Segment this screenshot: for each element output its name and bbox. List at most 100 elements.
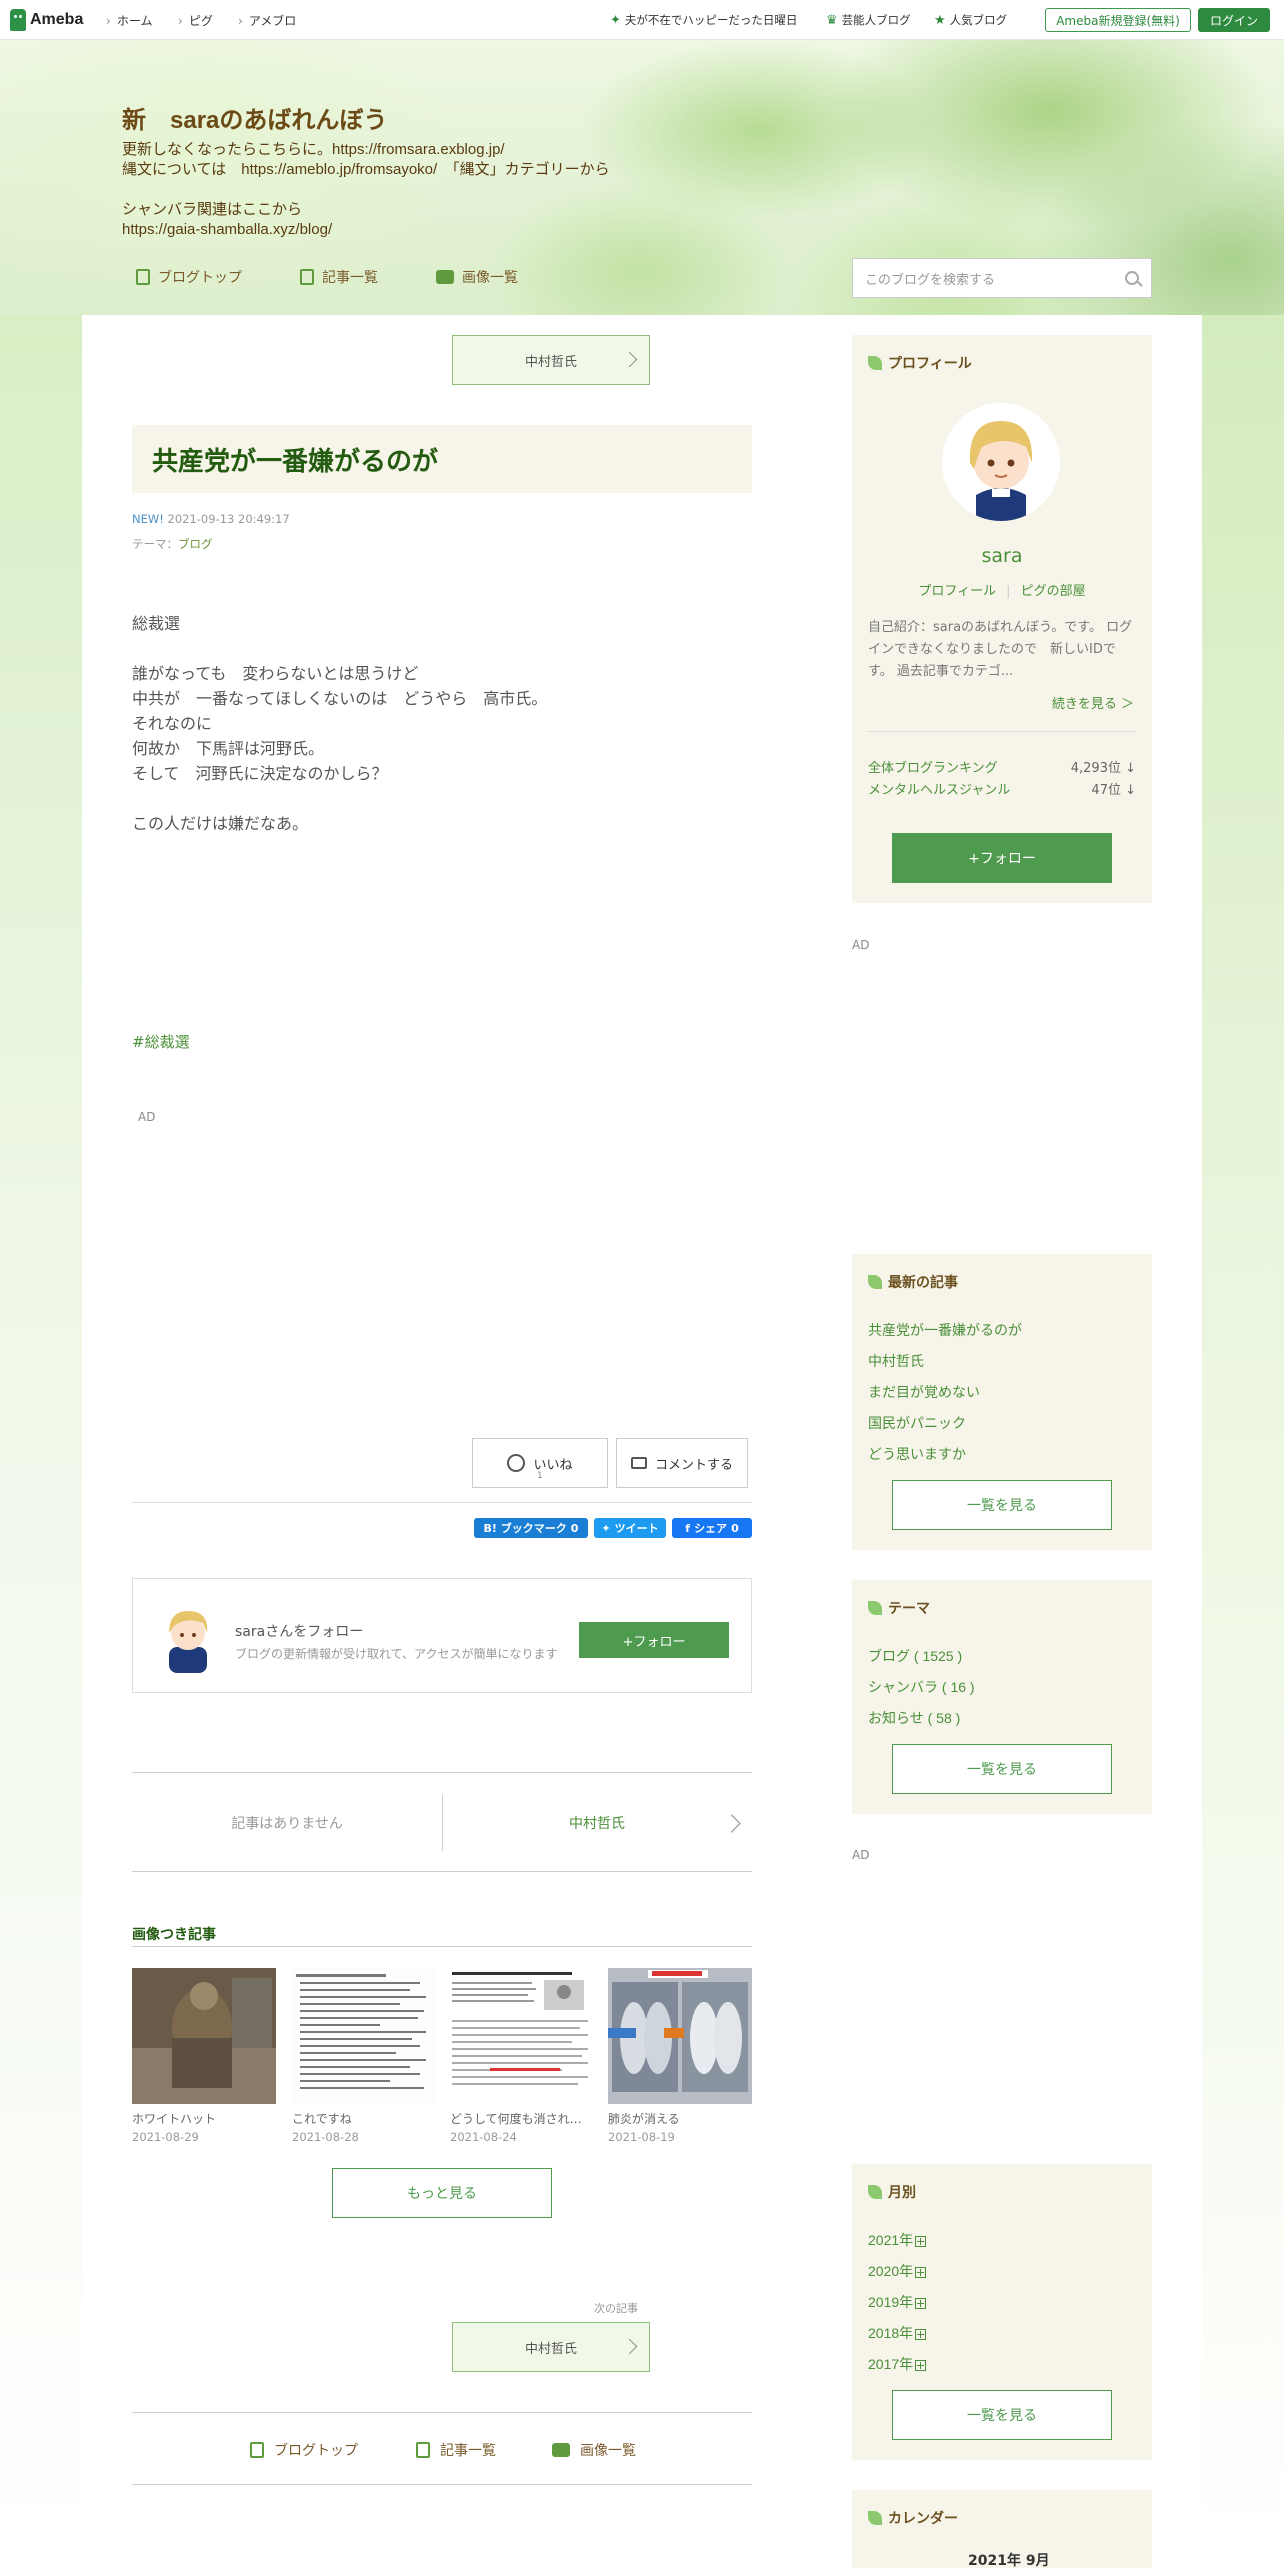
entry-datetime: 2021-09-13 20:49:17 (167, 512, 290, 526)
follow-box-description: ブログの更新情報が受け取れて、アクセスが簡単になります (235, 1647, 558, 1661)
theme-heading: テーマ (868, 1598, 930, 1618)
follow-button[interactable]: +フォロー (579, 1622, 729, 1658)
document-icon (136, 269, 150, 285)
banner-nav-list[interactable]: 記事一覧 (300, 267, 378, 287)
hatena-bookmark-button[interactable]: B! ブックマーク 0 (474, 1518, 588, 1538)
photo-article (450, 1968, 594, 2104)
recent-item[interactable]: 中村哲氏 (868, 1351, 924, 1371)
bottom-nav-top[interactable]: ブログトップ (250, 2440, 358, 2460)
recent-item[interactable]: 共産党が一番嫌がるのが (868, 1320, 1022, 1340)
hashtag-link[interactable]: #総裁選 (132, 1031, 190, 1052)
month-item[interactable]: 2017年 (868, 2354, 927, 2374)
recent-item[interactable]: 国民がパニック (868, 1413, 966, 1433)
photo-caption-2[interactable]: これですね (292, 2110, 436, 2127)
left-background (0, 315, 82, 2568)
leaf-icon (868, 356, 882, 370)
comment-bubble-icon (630, 1457, 647, 1469)
logo-text: Ameba (30, 11, 84, 28)
follow-box: saraさんをフォロー ブログの更新情報が受け取れて、アクセスが簡単になります … (132, 1578, 752, 1693)
photo-xray (608, 1968, 752, 2104)
photo-caption-4[interactable]: 肺炎が消える (608, 2110, 752, 2127)
header-link-trend[interactable]: ✦ 夫が不在でハッピーだった日曜日 (610, 12, 797, 28)
facebook-share-button[interactable]: f シェア 0 (672, 1518, 752, 1538)
sidebar-follow-button[interactable]: +フォロー (892, 833, 1112, 883)
more-photos-button[interactable]: もっと見る (332, 2168, 552, 2218)
photo-thumb-1[interactable] (132, 1968, 276, 2104)
month-item[interactable]: 2020年 (868, 2261, 927, 2281)
leaf-icon (868, 1275, 882, 1289)
bottom-nav-list[interactable]: 記事一覧 (416, 2440, 496, 2460)
profile-more-link[interactable]: 続きを見る ＞ (1052, 693, 1134, 712)
photo-thumb-4[interactable] (608, 1968, 752, 2104)
pager-prev: 記事はありません (231, 1816, 343, 1832)
like-button[interactable]: いいね 1 (472, 1438, 608, 1488)
facebook-icon: f (685, 1521, 691, 1535)
expand-icon[interactable] (915, 2297, 927, 2309)
divider (132, 2484, 752, 2485)
profile-avatar[interactable] (942, 403, 1060, 521)
theme-all-button[interactable]: 一覧を見る (892, 1744, 1112, 1794)
theme-item[interactable]: シャンバラ ( 16 ) (868, 1677, 975, 1697)
pigg-room-link[interactable]: ピグの部屋 (1021, 584, 1086, 599)
month-item[interactable]: 2021年 (868, 2230, 927, 2250)
expand-icon[interactable] (915, 2235, 927, 2247)
recent-item[interactable]: まだ目が覚めない (868, 1382, 980, 1402)
avatar-illustration (942, 403, 1060, 521)
login-button[interactable]: ログイン (1198, 8, 1270, 32)
theme-item[interactable]: お知らせ ( 58 ) (868, 1708, 960, 1728)
blog-search-input[interactable]: このブログを検索する (852, 258, 1152, 298)
banner-nav-images[interactable]: 画像一覧 (436, 267, 518, 287)
rank-genre-label[interactable]: メンタルヘルスジャンル (868, 779, 1010, 798)
nav-home[interactable]: ホーム (106, 12, 153, 29)
photo-caption-3[interactable]: どうして何度も消され… (450, 2110, 594, 2127)
photo-date-4: 2021-08-19 (608, 2130, 675, 2144)
divider (132, 1502, 752, 1503)
divider (868, 731, 1136, 732)
recent-entries-widget: 最新の記事 共産党が一番嫌がるのが 中村哲氏 まだ目が覚めない 国民がパニック … (852, 1254, 1152, 1550)
document-icon (250, 2442, 264, 2458)
month-item[interactable]: 2018年 (868, 2323, 927, 2343)
profile-heading: プロフィール (868, 353, 972, 373)
photo-thumb-2[interactable] (292, 1968, 436, 2104)
ameba-logo[interactable]: Ameba (10, 8, 83, 32)
recent-heading: 最新の記事 (868, 1272, 958, 1292)
entry-title: 共産党が一番嫌がるのが (132, 425, 752, 493)
profile-link[interactable]: プロフィール (918, 584, 996, 599)
header-link-celebrity[interactable]: ♛ 芸能人ブログ (826, 12, 911, 28)
entry-body: 総裁選 誰がなっても 変わらないとは思うけど 中共が 一番なってほしくないのは … (132, 616, 548, 833)
comment-button[interactable]: コメントする (616, 1438, 748, 1488)
header-link-popular[interactable]: ★ 人気ブログ (934, 12, 1007, 28)
pager-next[interactable]: 中村哲氏 (442, 1773, 752, 1873)
expand-icon[interactable] (915, 2359, 927, 2371)
calendar-heading: カレンダー (868, 2508, 958, 2528)
photo-thumb-3[interactable] (450, 1968, 594, 2104)
rank-overall-value: 4,293位 ↓ (1070, 761, 1136, 776)
nav-ameblo[interactable]: アメブロ (238, 12, 296, 29)
bottom-nav-images[interactable]: 画像一覧 (552, 2440, 636, 2460)
entry-theme-link[interactable]: ブログ (178, 537, 213, 551)
bird-icon: ✦ (601, 1521, 611, 1535)
monthly-all-button[interactable]: 一覧を見る (892, 2390, 1112, 2440)
pages-icon (300, 269, 314, 285)
expand-icon[interactable] (915, 2328, 927, 2340)
register-button[interactable]: Ameba新規登録(無料) (1045, 8, 1191, 32)
prev-entry-button[interactable]: 中村哲氏 (452, 335, 650, 385)
search-icon[interactable] (1125, 271, 1139, 285)
next-entry-button[interactable]: 中村哲氏 (452, 2322, 650, 2372)
tweet-button[interactable]: ✦ ツイート (594, 1518, 666, 1538)
ad-label: AD (138, 1110, 156, 1124)
blog-title[interactable]: 新 saraのあばれんぼう (122, 100, 387, 135)
theme-item[interactable]: ブログ ( 1525 ) (868, 1646, 962, 1666)
photo-caption-1[interactable]: ホワイトハット (132, 2110, 276, 2127)
recent-all-button[interactable]: 一覧を見る (892, 1480, 1112, 1530)
rank-overall-label[interactable]: 全体ブログランキング (868, 757, 998, 776)
profile-widget: プロフィール sara プロフィール | ピグの部屋 自己紹介：saraのあばれんぼ… (852, 335, 1152, 903)
month-item[interactable]: 2019年 (868, 2292, 927, 2312)
entry-theme: テーマ：ブログ (132, 537, 213, 551)
recent-item[interactable]: どう思いますか (868, 1444, 966, 1464)
monthly-widget: 月別 2021年 2020年 2019年 2018年 2017年 一覧を見る (852, 2164, 1152, 2460)
profile-name[interactable]: sara (852, 545, 1152, 567)
nav-pigg[interactable]: ピグ (178, 12, 213, 29)
expand-icon[interactable] (915, 2266, 927, 2278)
banner-nav-top[interactable]: ブログトップ (136, 267, 242, 287)
